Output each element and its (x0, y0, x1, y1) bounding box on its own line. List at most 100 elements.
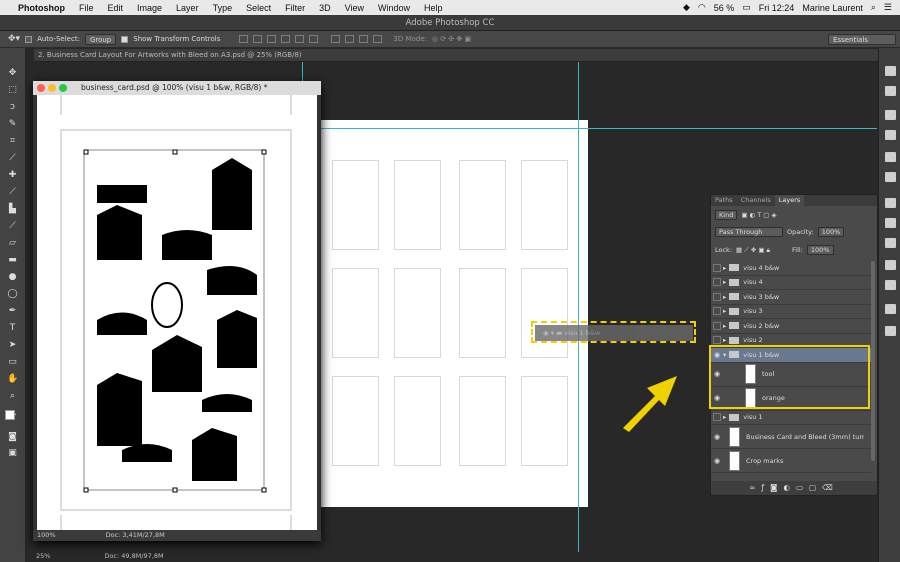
history-brush-icon[interactable]: ⟋ (7, 221, 18, 231)
brush-tool-icon[interactable]: ⟋ (7, 187, 18, 197)
clock[interactable]: Fri 12:24 (759, 3, 795, 13)
zoom-button[interactable] (59, 84, 67, 92)
align-top-icon[interactable] (239, 35, 249, 43)
document-tab[interactable]: 2. Business Card Layout For Artworks wit… (34, 49, 880, 62)
workspace-dropdown[interactable]: Essentials (828, 33, 896, 45)
properties-panel-icon[interactable] (885, 86, 896, 96)
history-panel-icon[interactable] (885, 66, 896, 76)
battery-icon[interactable]: ▭ (742, 2, 751, 13)
menu-window[interactable]: Window (378, 3, 410, 13)
swatches-panel-icon[interactable] (885, 130, 896, 140)
close-button[interactable] (37, 84, 45, 92)
clone-panel-icon[interactable] (885, 326, 896, 336)
eye-icon[interactable]: ◉ (711, 457, 723, 465)
eraser-tool-icon[interactable]: ▱ (7, 238, 18, 248)
align-bottom-icon[interactable] (267, 35, 277, 43)
shape-tool-icon[interactable]: ▭ (7, 357, 18, 367)
visibility-toggle[interactable] (713, 307, 721, 316)
character-panel-icon[interactable] (885, 260, 896, 270)
floating-document-window[interactable]: business_card.psd @ 100% (visu 1 b&w, RG… (33, 81, 321, 541)
menu-layer[interactable]: Layer (176, 3, 199, 13)
expand-arrow-icon[interactable]: ▸ (723, 278, 726, 286)
main-zoom[interactable]: 25% (36, 552, 50, 562)
battery-percent[interactable]: 56 % (714, 3, 735, 13)
layers-panel-icon[interactable] (885, 198, 896, 208)
mask-icon[interactable]: ◙ (770, 483, 783, 492)
main-canvas-document[interactable] (297, 120, 588, 507)
quick-select-icon[interactable]: ✎ (7, 119, 18, 129)
type-tool-icon[interactable]: T (7, 323, 18, 333)
distribute-3-icon[interactable] (359, 35, 369, 43)
layer-row[interactable]: ▸ visu 2 b&w (711, 319, 871, 334)
hand-tool-icon[interactable]: ✋ (7, 374, 18, 384)
app-menu[interactable]: Photoshop (18, 3, 65, 13)
expand-arrow-icon[interactable]: ▸ (723, 293, 726, 301)
minimize-button[interactable] (48, 84, 56, 92)
foreground-color-swatch[interactable] (5, 410, 15, 420)
eyedropper-icon[interactable]: ⟋ (7, 153, 18, 163)
fill-field[interactable]: 100% (806, 245, 834, 255)
layers-scrollbar[interactable] (871, 261, 875, 461)
menu-view[interactable]: View (345, 3, 364, 13)
transform-checkbox[interactable] (121, 35, 129, 43)
expand-arrow-icon[interactable]: ▸ (723, 322, 726, 330)
search-icon[interactable]: ⌕ (871, 2, 876, 13)
layer-row[interactable]: ▸ visu 3 (711, 305, 871, 319)
distribute-icon[interactable] (331, 35, 341, 43)
eye-icon[interactable]: ◉ (711, 433, 723, 441)
menu-select[interactable]: Select (246, 3, 271, 13)
path-select-icon[interactable]: ➤ (7, 340, 18, 350)
align-middle-icon[interactable] (253, 35, 263, 43)
lasso-tool-icon[interactable]: ↄ (7, 102, 18, 112)
user-name[interactable]: Marine Laurent (802, 3, 863, 13)
new-layer-icon[interactable]: ▢ (809, 483, 822, 492)
styles-panel-icon[interactable] (885, 172, 896, 182)
wifi-icon[interactable]: ◠ (698, 2, 706, 13)
layer-row[interactable]: ▸ visu 4 b&w (711, 261, 871, 276)
tab-paths[interactable]: Paths (711, 195, 737, 206)
pen-tool-icon[interactable]: ✒ (7, 306, 18, 316)
tab-layers[interactable]: Layers (774, 195, 805, 206)
channels-panel-icon[interactable] (885, 218, 896, 228)
expand-arrow-icon[interactable]: ▸ (723, 336, 726, 344)
distribute-4-icon[interactable] (373, 35, 383, 43)
layer-row[interactable]: ▸ visu 3 b&w (711, 290, 871, 305)
move-tool-icon[interactable]: ✥ (7, 68, 18, 78)
menu-help[interactable]: Help (424, 3, 443, 13)
crop-tool-icon[interactable]: ⌗ (7, 136, 18, 146)
filter-icons[interactable]: ▣ ◐ T ▢ ◈ (741, 211, 776, 219)
marquee-tool-icon[interactable]: ⬚ (7, 85, 18, 95)
adjustment-icon[interactable]: ◐ (783, 483, 796, 492)
blur-tool-icon[interactable]: ● (7, 272, 18, 282)
3d-rotate-icon[interactable]: ◎ ⟳ ✣ ✥ ▣ (432, 35, 471, 43)
healing-brush-icon[interactable]: ✚ (7, 170, 18, 180)
dropbox-icon[interactable]: ◆ (683, 2, 690, 13)
menu-image[interactable]: Image (137, 3, 162, 13)
layer-row[interactable]: ▸ visu 1 (711, 411, 871, 425)
color-panel-icon[interactable] (885, 110, 896, 120)
zoom-tool-icon[interactable]: ⌕ (7, 391, 18, 401)
adjustments-panel-icon[interactable] (885, 152, 896, 162)
delete-layer-icon[interactable]: ⌫ (822, 483, 839, 492)
distribute-2-icon[interactable] (345, 35, 355, 43)
visibility-toggle[interactable] (713, 278, 721, 287)
expand-arrow-icon[interactable]: ▸ (723, 307, 726, 315)
brush-panel-icon[interactable] (885, 304, 896, 314)
visibility-toggle[interactable] (713, 413, 721, 422)
auto-select-checkbox[interactable] (25, 35, 33, 43)
align-right-icon[interactable] (309, 35, 319, 43)
move-tool-icon[interactable]: ✥▾ (8, 34, 20, 44)
menu-edit[interactable]: Edit (108, 3, 124, 13)
list-icon[interactable]: ☰ (884, 2, 892, 13)
layer-row[interactable]: ◉ Crop marks (711, 449, 871, 473)
quick-mask-icon[interactable]: ◙ (7, 432, 18, 442)
align-center-icon[interactable] (295, 35, 305, 43)
menu-filter[interactable]: Filter (285, 3, 305, 13)
floating-canvas[interactable] (37, 95, 317, 530)
visibility-toggle[interactable] (713, 292, 721, 301)
paragraph-panel-icon[interactable] (885, 280, 896, 290)
gradient-tool-icon[interactable]: ▬ (7, 255, 18, 265)
screen-mode-icon[interactable]: ▣ (7, 448, 18, 458)
menu-type[interactable]: Type (213, 3, 233, 13)
floating-zoom[interactable]: 100% (37, 530, 56, 541)
